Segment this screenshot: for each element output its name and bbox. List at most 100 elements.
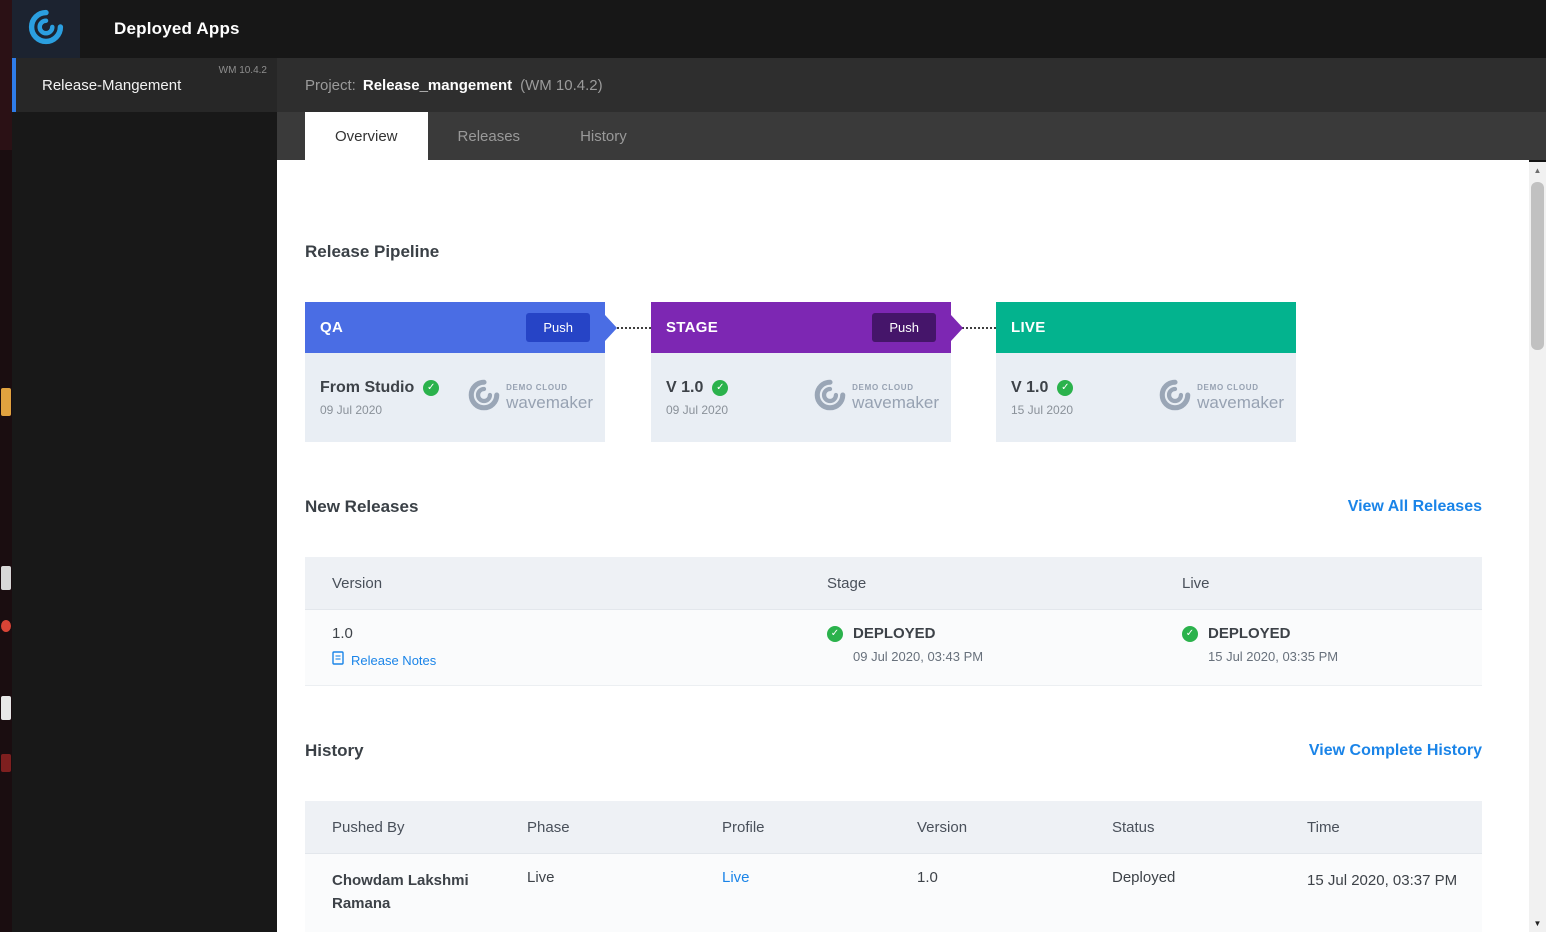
release-pipeline-title: Release Pipeline xyxy=(305,242,1529,262)
sidebar: Release-Mangement WM 10.4.2 xyxy=(12,58,277,932)
pipeline-card-stage: STAGE Push V 1.0 ✓ 09 Jul 2020 xyxy=(651,302,951,442)
stage-stage-name: STAGE xyxy=(666,319,718,336)
stage-date: 09 Jul 2020 xyxy=(666,403,728,417)
sidebar-item-version-badge: WM 10.4.2 xyxy=(219,65,267,76)
stage-deploy-status: DEPLOYED xyxy=(853,625,936,642)
live-card-body: V 1.0 ✓ 15 Jul 2020 xyxy=(996,353,1296,442)
history-table: Pushed By Phase Profile Version Status T… xyxy=(305,801,1482,932)
tab-history[interactable]: History xyxy=(550,112,657,160)
live-date: 15 Jul 2020 xyxy=(1011,403,1073,417)
history-status: Deployed xyxy=(1085,869,1280,916)
pipeline-connector-1 xyxy=(605,327,651,442)
project-version: (WM 10.4.2) xyxy=(520,77,603,94)
deployed-check-icon: ✓ xyxy=(827,626,843,642)
view-all-releases-link[interactable]: View All Releases xyxy=(1348,498,1482,516)
overview-content: Release Pipeline QA Push From Studio ✓ xyxy=(277,160,1529,932)
qa-version: From Studio xyxy=(320,379,414,397)
history-section-header: History View Complete History xyxy=(305,741,1529,761)
main-panel: Project: Release_mangement (WM 10.4.2) O… xyxy=(277,58,1546,932)
success-check-icon: ✓ xyxy=(712,380,728,396)
sidebar-item-release-mangement[interactable]: Release-Mangement WM 10.4.2 xyxy=(12,58,277,112)
qa-push-button[interactable]: Push xyxy=(526,313,590,342)
release-version: 1.0 xyxy=(332,625,800,642)
document-icon xyxy=(332,651,344,669)
column-live: Live xyxy=(1155,575,1482,592)
history-version: 1.0 xyxy=(890,869,1085,916)
new-releases-table: Version Stage Live 1.0 xyxy=(305,557,1482,686)
wavemaker-label: wavemaker xyxy=(852,393,939,413)
release-pipeline: QA Push From Studio ✓ 09 Jul 2020 xyxy=(305,302,1529,442)
live-header: LIVE xyxy=(996,302,1296,353)
history-time: 15 Jul 2020, 03:37 PM xyxy=(1307,869,1482,892)
qa-arrow-icon xyxy=(605,315,617,341)
release-notes-link[interactable]: Release Notes xyxy=(332,651,800,669)
release-notes-label: Release Notes xyxy=(351,653,436,668)
column-phase: Phase xyxy=(500,819,695,836)
scroll-down-arrow-icon[interactable]: ▼ xyxy=(1529,915,1546,932)
scrollbar-thumb[interactable] xyxy=(1531,182,1544,350)
column-status: Status xyxy=(1085,819,1280,836)
live-stage-name: LIVE xyxy=(1011,319,1046,336)
column-profile: Profile xyxy=(695,819,890,836)
stage-card-body: V 1.0 ✓ 09 Jul 2020 xyxy=(651,353,951,442)
project-header: Project: Release_mangement (WM 10.4.2) xyxy=(277,58,1546,112)
wavemaker-logo-tile[interactable] xyxy=(12,0,80,58)
stage-arrow-icon xyxy=(951,315,963,341)
app-window: Deployed Apps Release-Mangement WM 10.4.… xyxy=(0,0,1546,932)
new-releases-header: New Releases View All Releases xyxy=(305,497,1529,517)
column-time: Time xyxy=(1280,819,1482,836)
wavemaker-logo-icon xyxy=(28,9,64,50)
column-version: Version xyxy=(305,575,800,592)
new-releases-table-header: Version Stage Live xyxy=(305,557,1482,610)
live-version: V 1.0 xyxy=(1011,379,1048,397)
wavemaker-cloud-logo: DEMO CLOUD wavemaker xyxy=(1158,378,1284,417)
pipeline-card-qa: QA Push From Studio ✓ 09 Jul 2020 xyxy=(305,302,605,442)
demo-cloud-label: DEMO CLOUD xyxy=(506,383,593,392)
demo-cloud-label: DEMO CLOUD xyxy=(1197,383,1284,392)
success-check-icon: ✓ xyxy=(1057,380,1073,396)
view-complete-history-link[interactable]: View Complete History xyxy=(1309,742,1482,760)
new-releases-title: New Releases xyxy=(305,497,418,517)
column-version: Version xyxy=(890,819,1085,836)
tab-overview[interactable]: Overview xyxy=(305,112,428,160)
deployed-check-icon: ✓ xyxy=(1182,626,1198,642)
qa-date: 09 Jul 2020 xyxy=(320,403,439,417)
sidebar-item-label: Release-Mangement xyxy=(42,77,181,94)
wavemaker-label: wavemaker xyxy=(506,393,593,413)
history-table-header: Pushed By Phase Profile Version Status T… xyxy=(305,801,1482,854)
vertical-scrollbar[interactable]: ▲ ▼ xyxy=(1529,162,1546,932)
history-pushed-by: Chowdam Lakshmi Ramana xyxy=(332,869,497,916)
history-profile-link[interactable]: Live xyxy=(722,869,750,886)
success-check-icon: ✓ xyxy=(423,380,439,396)
page-title: Deployed Apps xyxy=(114,19,240,39)
qa-stage-name: QA xyxy=(320,319,343,336)
pipeline-connector-2 xyxy=(951,327,996,442)
wavemaker-label: wavemaker xyxy=(1197,393,1284,413)
history-phase: Live xyxy=(500,869,695,916)
history-title: History xyxy=(305,741,364,761)
stage-deploy-time: 09 Jul 2020, 03:43 PM xyxy=(853,649,1155,664)
table-row: 1.0 Release Notes xyxy=(305,610,1482,686)
live-deploy-time: 15 Jul 2020, 03:35 PM xyxy=(1208,649,1482,664)
stage-push-button[interactable]: Push xyxy=(872,313,936,342)
wave-icon xyxy=(467,378,501,417)
qa-card-body: From Studio ✓ 09 Jul 2020 xyxy=(305,353,605,442)
wavemaker-cloud-logo: DEMO CLOUD wavemaker xyxy=(467,378,593,417)
qa-header: QA Push xyxy=(305,302,605,353)
taskbar-icon-1[interactable] xyxy=(1,388,11,416)
wave-icon xyxy=(813,378,847,417)
stage-version: V 1.0 xyxy=(666,379,703,397)
tab-bar: Overview Releases History xyxy=(277,112,1546,160)
tab-releases[interactable]: Releases xyxy=(428,112,551,160)
topbar: Deployed Apps xyxy=(12,0,1546,58)
taskbar-icon-3[interactable] xyxy=(1,620,11,632)
taskbar-icon-4[interactable] xyxy=(1,696,11,720)
stage-header: STAGE Push xyxy=(651,302,951,353)
taskbar-icon-5[interactable] xyxy=(1,754,11,772)
column-stage: Stage xyxy=(800,575,1155,592)
project-name: Release_mangement xyxy=(363,77,512,94)
taskbar-icon-2[interactable] xyxy=(1,566,11,590)
scroll-up-arrow-icon[interactable]: ▲ xyxy=(1529,162,1546,179)
table-row: Chowdam Lakshmi Ramana Live Live 1.0 Dep… xyxy=(305,854,1482,932)
demo-cloud-label: DEMO CLOUD xyxy=(852,383,939,392)
